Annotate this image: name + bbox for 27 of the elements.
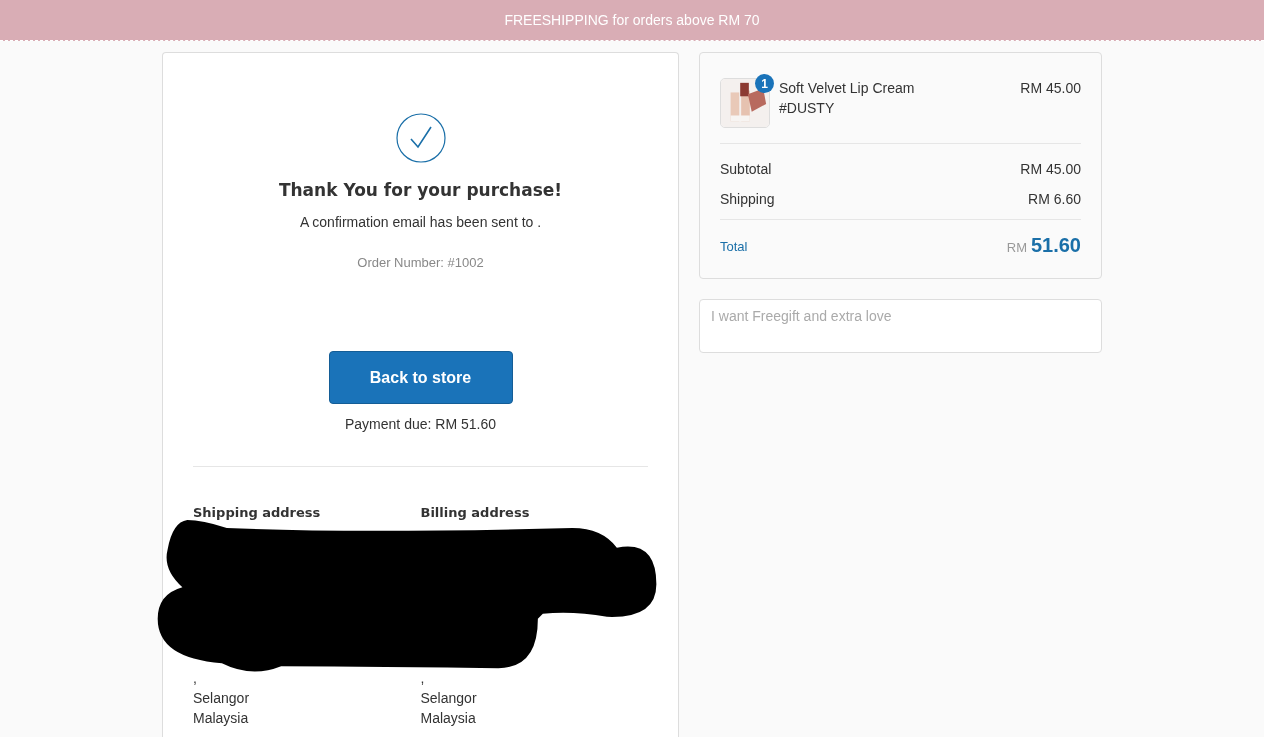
address-line: , xyxy=(193,669,198,688)
product-variant: #DUSTY xyxy=(779,99,836,118)
product-price: RM 45.00 xyxy=(1020,79,1081,98)
total-currency: RM xyxy=(1006,240,1028,255)
subtotal-label: Subtotal xyxy=(720,160,772,179)
total-amount: 51.60 xyxy=(1030,234,1081,256)
product-name: Soft Velvet Lip Cream xyxy=(779,79,916,98)
confirmation-message: A confirmation email has been sent to . xyxy=(299,214,542,230)
address-heading: Shipping address xyxy=(193,505,322,520)
address-line: Malaysia xyxy=(193,709,250,728)
shipping-value: RM 6.60 xyxy=(1028,190,1081,209)
banner-text: FREESHIPPING for orders above RM 70 xyxy=(504,12,760,28)
note-field[interactable]: I want Freegift and extra love xyxy=(699,299,1102,353)
back-to-store-button[interactable]: Back to store xyxy=(328,351,513,404)
order-number: Order Number: #1002 xyxy=(357,255,484,270)
address-line: Malaysia xyxy=(420,709,477,728)
thank-you-title: Thank You for your purchase! xyxy=(278,180,563,200)
shipping-label: Shipping xyxy=(720,190,775,209)
checkmark-icon xyxy=(395,113,446,163)
total-label: Total xyxy=(720,237,748,256)
quantity-badge: 1 xyxy=(755,74,774,93)
subtotal-value: RM 45.00 xyxy=(1020,160,1081,179)
address-line: Selangor xyxy=(193,689,251,708)
address-heading: Billing address xyxy=(420,505,531,520)
address-line: Selangor xyxy=(420,689,478,708)
address-line: , xyxy=(420,669,426,688)
payment-due: Payment due: RM 51.60 xyxy=(345,416,496,432)
